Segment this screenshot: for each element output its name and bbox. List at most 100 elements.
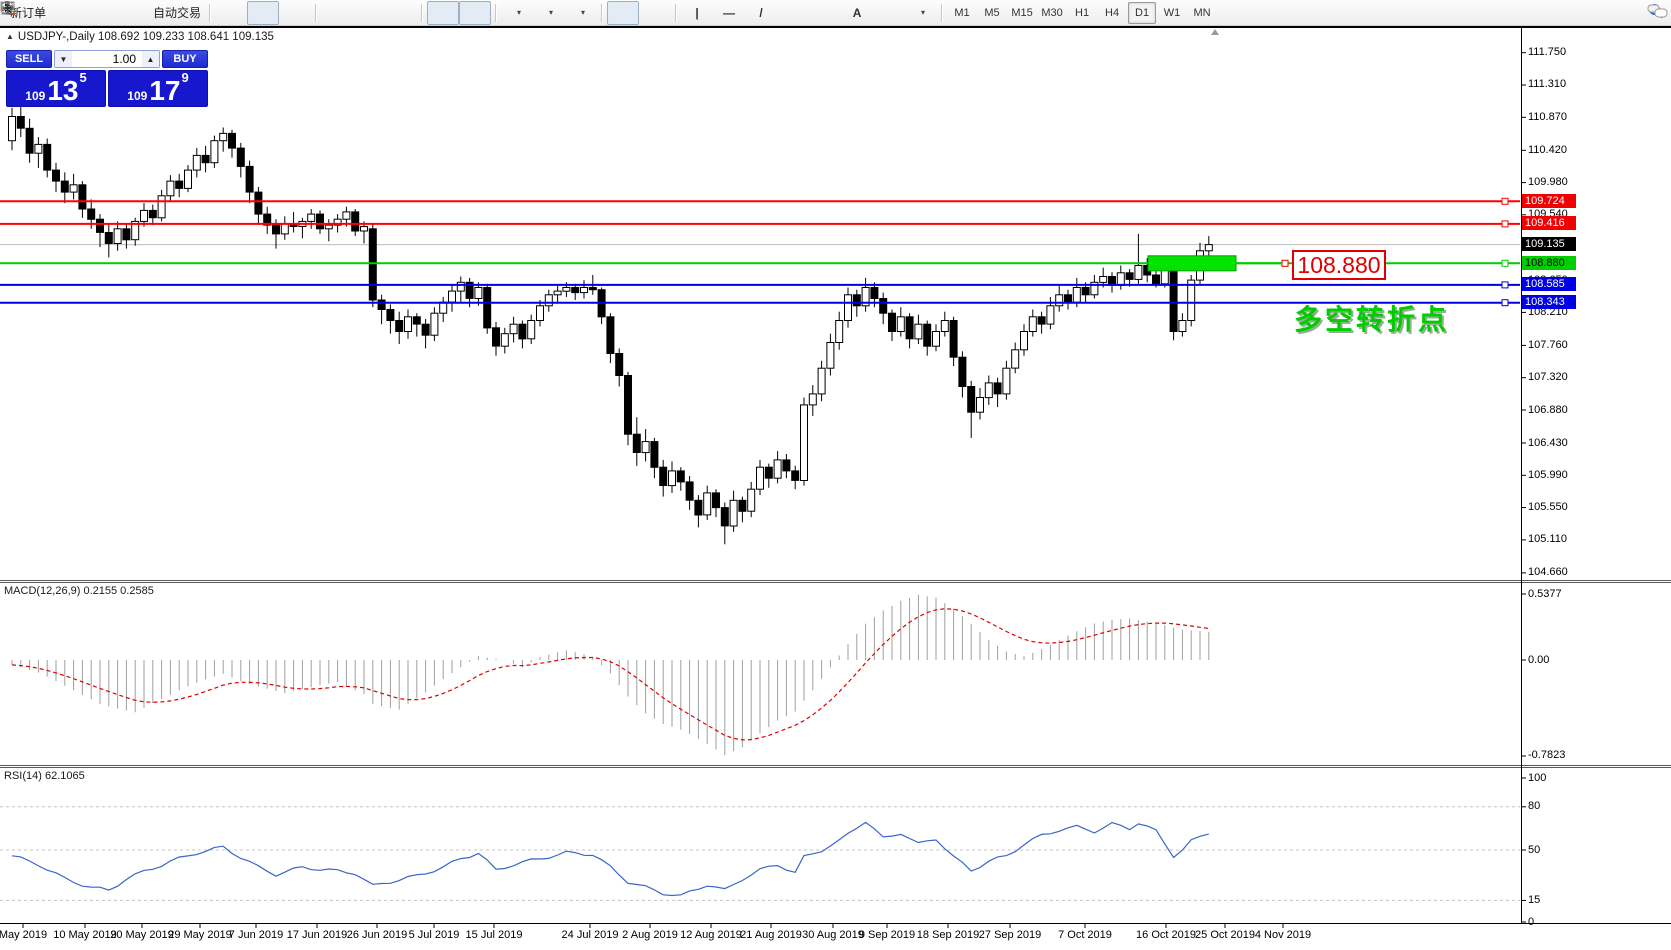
price-tick: 105.550 xyxy=(1528,501,1568,513)
vertical-line-icon: | xyxy=(690,6,704,20)
rsi-tick: 15 xyxy=(1528,894,1540,906)
line-chart-button[interactable] xyxy=(279,1,311,25)
volume-down-button[interactable]: ▼ xyxy=(55,51,72,67)
date-label: 16 Oct 2019 xyxy=(1136,929,1196,941)
horizontal-line-icon: — xyxy=(722,6,736,20)
sell-price-box[interactable]: 109 13 5 xyxy=(6,70,106,107)
price-tick: 110.870 xyxy=(1528,111,1567,123)
date-label: 26 Jun 2019 xyxy=(347,929,408,941)
volume-up-button[interactable]: ▲ xyxy=(142,51,159,67)
price-tick: 104.660 xyxy=(1528,566,1568,578)
date-label: 17 Jun 2019 xyxy=(287,929,348,941)
date-label: 7 Oct 2019 xyxy=(1058,929,1112,941)
time-axis-line xyxy=(0,923,1671,924)
pane-separator[interactable] xyxy=(0,580,1671,581)
date-label: 4 Nov 2019 xyxy=(1255,929,1311,941)
chart-shift-button[interactable] xyxy=(459,1,491,25)
auto-scroll-button[interactable] xyxy=(427,1,459,25)
periods-button[interactable]: ▾ xyxy=(533,1,565,25)
date-label: 18 Sep 2019 xyxy=(917,929,979,941)
macd-tick: 0.5377 xyxy=(1528,588,1562,600)
text-label-tool[interactable]: T xyxy=(873,1,905,25)
signals-button[interactable] xyxy=(114,1,146,25)
tile-windows-button[interactable] xyxy=(385,1,417,25)
rsi-tick: 80 xyxy=(1528,800,1540,812)
macd-tick: 0.00 xyxy=(1528,654,1549,666)
timeframe-m5-button[interactable]: M5 xyxy=(978,2,1006,24)
price-tick: 110.420 xyxy=(1528,144,1567,156)
date-label: 7 Jun 2019 xyxy=(229,929,283,941)
toolbar-separator xyxy=(421,4,423,22)
toolbar-separator xyxy=(209,4,211,22)
date-label: 21 Aug 2019 xyxy=(740,929,802,941)
timeframe-m30-button[interactable]: M30 xyxy=(1038,2,1066,24)
chart-title-text: USDJPY-,Daily 108.692 109.233 108.641 10… xyxy=(18,31,274,43)
sell-button[interactable]: SELL xyxy=(6,50,52,68)
pane-separator xyxy=(0,582,1671,583)
timeframe-m1-button[interactable]: M1 xyxy=(948,2,976,24)
profiles-button[interactable] xyxy=(82,1,114,25)
crosshair-button[interactable] xyxy=(639,1,671,25)
price-axis-label: 108.343 xyxy=(1522,295,1576,309)
sell-price-figure: 109 xyxy=(25,89,45,103)
pane-separator xyxy=(0,767,1671,768)
date-label: 15 Jul 2019 xyxy=(466,929,523,941)
timeframe-m15-button[interactable]: M15 xyxy=(1008,2,1036,24)
candlestick-chart-button[interactable] xyxy=(247,1,279,25)
buy-price-figure: 109 xyxy=(127,89,147,103)
rsi-tick: 100 xyxy=(1528,772,1546,784)
indicators-button[interactable]: ▾ xyxy=(501,1,533,25)
text-tool[interactable]: A xyxy=(841,1,873,25)
turning-point-annotation[interactable]: 多空转折点 xyxy=(1294,298,1449,338)
chart-window[interactable]: ▲ USDJPY-,Daily 108.692 109.233 108.641 1… xyxy=(0,26,1671,950)
zoom-out-button[interactable] xyxy=(353,1,385,25)
collapse-triangle-icon: ▲ xyxy=(6,32,14,41)
vertical-line-tool[interactable]: | xyxy=(681,1,713,25)
charts-button[interactable] xyxy=(50,1,82,25)
templates-button[interactable]: ▾ xyxy=(565,1,597,25)
price-tick: 107.760 xyxy=(1528,339,1568,351)
trendline-tool[interactable]: / xyxy=(745,1,777,25)
price-tick: 109.980 xyxy=(1528,176,1568,188)
buy-price-pips: 17 xyxy=(149,79,180,103)
price-tick: 105.990 xyxy=(1528,469,1568,481)
toolbar-separator xyxy=(941,4,943,22)
channel-tool[interactable]: E xyxy=(777,1,809,25)
timeframe-h1-button[interactable]: H1 xyxy=(1068,2,1096,24)
date-label: 10 May 2019 xyxy=(53,929,117,941)
price-tick: 106.430 xyxy=(1528,437,1568,449)
sell-price-pips: 13 xyxy=(47,79,78,103)
zoom-in-button[interactable] xyxy=(321,1,353,25)
rsi-tick: 50 xyxy=(1528,844,1540,856)
toolbar-separator xyxy=(495,4,497,22)
autotrading-label: 自动交易 xyxy=(153,4,201,21)
horizontal-line-tool[interactable]: — xyxy=(713,1,745,25)
fibonacci-tool[interactable]: F xyxy=(809,1,841,25)
volume-spinner: ▼ 1.00 ▲ xyxy=(54,50,160,68)
price-axis-label: 108.880 xyxy=(1522,256,1576,270)
cursor-button[interactable] xyxy=(607,1,639,25)
date-label: 12 Aug 2019 xyxy=(680,929,742,941)
timeframe-d1-button[interactable]: D1 xyxy=(1128,2,1156,24)
price-tick: 106.880 xyxy=(1528,404,1568,416)
timeframe-mn-button[interactable]: MN xyxy=(1188,2,1216,24)
arrows-tool[interactable]: ▾ xyxy=(905,1,937,25)
chart-canvas[interactable] xyxy=(0,26,1671,950)
timeframe-h4-button[interactable]: H4 xyxy=(1098,2,1126,24)
price-tick: 107.320 xyxy=(1528,371,1568,383)
pane-separator[interactable] xyxy=(0,765,1671,766)
bar-chart-button[interactable] xyxy=(215,1,247,25)
sell-price-point: 5 xyxy=(79,71,86,83)
price-tick: 111.310 xyxy=(1528,78,1566,90)
macd-tick: -0.7823 xyxy=(1528,749,1565,761)
buy-price-point: 9 xyxy=(181,71,188,83)
rsi-tick: 0 xyxy=(1528,916,1534,928)
one-click-trading-panel: SELL ▼ 1.00 ▲ BUY 109 13 5 109 17 9 xyxy=(6,50,208,107)
buy-button[interactable]: BUY xyxy=(162,50,208,68)
chart-title: ▲ USDJPY-,Daily 108.692 109.233 108.641 1… xyxy=(6,31,274,43)
buy-price-box[interactable]: 109 17 9 xyxy=(108,70,208,107)
timeframe-w1-button[interactable]: W1 xyxy=(1158,2,1186,24)
volume-field[interactable]: 1.00 xyxy=(72,51,142,67)
autotrading-button[interactable]: 自动交易 xyxy=(146,1,205,25)
price-callout-box[interactable]: 108.880 xyxy=(1292,250,1386,280)
